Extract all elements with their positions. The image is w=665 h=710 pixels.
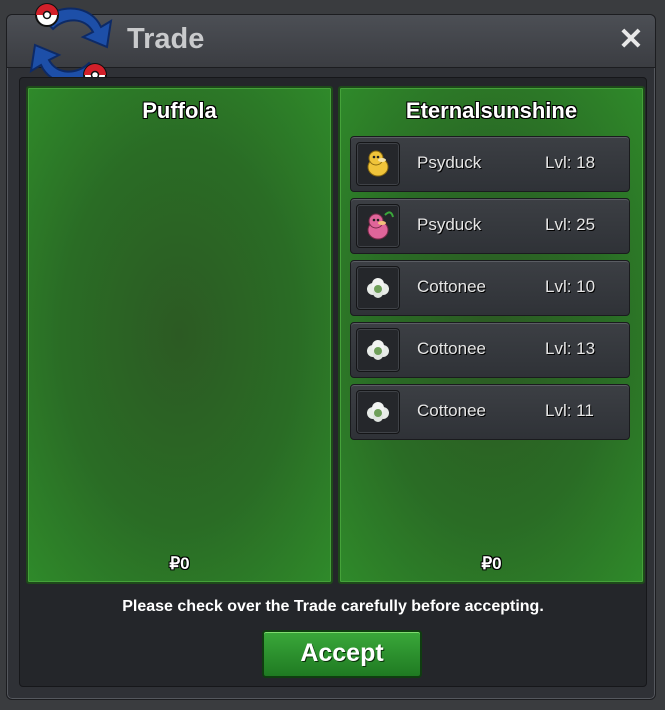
my-trainer-name: Puffola bbox=[142, 98, 217, 123]
trade-body: Puffola ₽0 Eternalsunshine Psyduck Lvl: … bbox=[19, 77, 647, 687]
psyduck-icon bbox=[356, 142, 400, 186]
pokemon-row[interactable]: Psyduck Lvl: 25 bbox=[350, 198, 630, 254]
pokemon-row[interactable]: Cottonee Lvl: 13 bbox=[350, 322, 630, 378]
cottonee-icon bbox=[356, 390, 400, 434]
pokemon-row[interactable]: Psyduck Lvl: 18 bbox=[350, 136, 630, 192]
cottonee-icon bbox=[356, 328, 400, 372]
partner-offer-panel: Eternalsunshine Psyduck Lvl: 18 Psyduck … bbox=[338, 86, 645, 584]
partner-pokemon-list: Psyduck Lvl: 18 Psyduck Lvl: 25 Cottonee… bbox=[350, 136, 630, 446]
pokemon-level: Lvl: 13 bbox=[545, 339, 596, 358]
pokemon-name: Cottonee bbox=[417, 277, 486, 296]
pokemon-name: Cottonee bbox=[417, 339, 486, 358]
pokemon-name: Psyduck bbox=[417, 153, 482, 172]
window-title: Trade bbox=[127, 23, 205, 55]
pokemon-level: Lvl: 25 bbox=[545, 215, 596, 234]
pokemon-name: Psyduck bbox=[417, 215, 482, 234]
trade-window: Trade ✕ Puffola ₽0 Eternalsunshine Psydu… bbox=[6, 3, 656, 700]
pokemon-level: Lvl: 18 bbox=[545, 153, 596, 172]
my-offer-panel[interactable]: Puffola ₽0 bbox=[26, 86, 333, 584]
partner-trainer-name: Eternalsunshine bbox=[405, 98, 578, 123]
partner-money-amount: ₽0 bbox=[481, 554, 502, 573]
trade-notice: Please check over the Trade carefully be… bbox=[122, 598, 544, 615]
psyduck-shiny-icon bbox=[356, 204, 400, 248]
pokemon-row[interactable]: Cottonee Lvl: 10 bbox=[350, 260, 630, 316]
pokemon-level: Lvl: 10 bbox=[545, 277, 596, 296]
pokemon-level: Lvl: 11 bbox=[545, 401, 594, 420]
my-money-amount: ₽0 bbox=[169, 554, 190, 573]
cottonee-icon bbox=[356, 266, 400, 310]
close-icon[interactable]: ✕ bbox=[615, 23, 647, 57]
pokemon-name: Cottonee bbox=[417, 401, 486, 420]
accept-button[interactable]: Accept bbox=[262, 630, 422, 678]
pokemon-row[interactable]: Cottonee Lvl: 11 bbox=[350, 384, 630, 440]
